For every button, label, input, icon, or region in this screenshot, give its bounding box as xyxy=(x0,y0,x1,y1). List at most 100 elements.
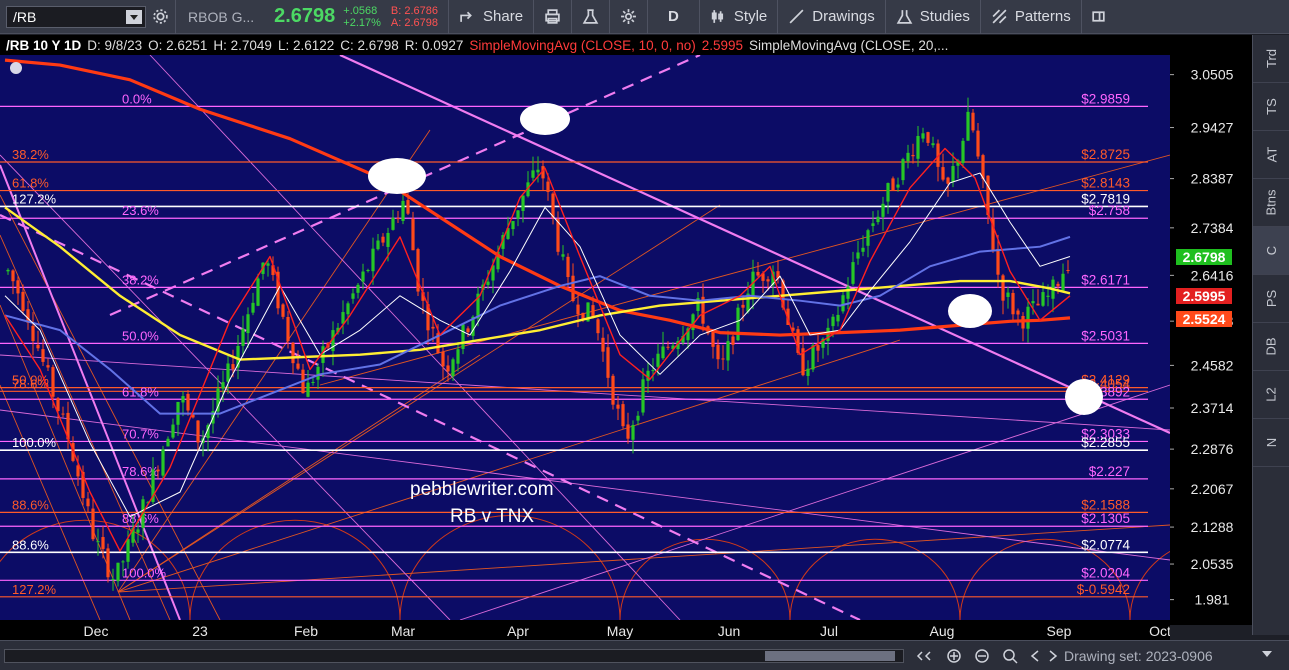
right-side-tabs: Trd TS AT Btns C PS DB L2 N xyxy=(1252,35,1289,635)
fib-level-right-label: $2.8143 xyxy=(1081,176,1130,191)
candle-body xyxy=(361,271,365,282)
candle-body xyxy=(876,216,880,223)
style-button[interactable]: Style xyxy=(700,0,777,34)
price-chart[interactable]: 0.0% $2.9859 38.2% $2.8725 61.8% $2.8143 127.2… xyxy=(0,55,1170,620)
chart-symbol-period: /RB 10 Y 1D xyxy=(6,37,82,53)
candle-body xyxy=(296,363,300,369)
candle-body xyxy=(896,184,900,188)
pan-right-icon[interactable] xyxy=(1044,648,1060,664)
candle-body xyxy=(566,256,570,278)
candle-body xyxy=(916,135,920,159)
right-tab-n[interactable]: N xyxy=(1253,419,1289,467)
candle-body xyxy=(226,363,230,382)
time-axis[interactable]: Dec 23 Feb Mar Apr May Jun Jul Aug Sep Oct xyxy=(0,620,1171,640)
candle-body xyxy=(816,345,820,351)
drawings-button[interactable]: Drawings xyxy=(778,0,885,34)
chart-settings-button[interactable] xyxy=(610,0,647,34)
pan-left-icon[interactable] xyxy=(1028,648,1044,664)
collapse-left-icon[interactable] xyxy=(916,648,932,664)
price-candles xyxy=(6,97,1070,591)
y-tick-label: 2.4582 xyxy=(1191,357,1234,373)
right-tab-c[interactable]: C xyxy=(1253,227,1289,275)
right-tab-l2[interactable]: L2 xyxy=(1253,371,1289,419)
chart-scrollbar[interactable] xyxy=(4,649,904,663)
candle-body xyxy=(711,332,715,347)
watermark-line1: pebblewriter.com xyxy=(410,479,554,500)
fib-level-right-label: $2.2855 xyxy=(1081,435,1130,450)
candle-body xyxy=(351,293,355,299)
candle-body xyxy=(446,365,450,372)
fib-level-left-label: 100.0% xyxy=(12,435,57,450)
candle-body xyxy=(46,365,50,368)
candle-body xyxy=(911,155,915,157)
highlight-ellipse[interactable] xyxy=(368,158,426,194)
quote-name: RBOB G... xyxy=(188,8,255,25)
search-zoom-icon[interactable] xyxy=(1002,648,1018,664)
x-tick-label: Mar xyxy=(391,623,415,639)
zoom-out-icon[interactable] xyxy=(974,648,990,664)
chart-handle-dot[interactable] xyxy=(10,62,22,74)
candle-body xyxy=(1026,306,1030,329)
candle-body xyxy=(186,393,190,411)
price-axis[interactable]: 3.05052.94272.83872.73842.64162.54832.45… xyxy=(1170,35,1252,625)
drawing-set-selector[interactable]: Drawing set: 2023-0906 xyxy=(1064,648,1213,664)
right-tab-at[interactable]: AT xyxy=(1253,131,1289,179)
highlight-ellipse[interactable] xyxy=(1065,379,1103,415)
candle-body xyxy=(641,379,645,413)
aggregation-period-button[interactable]: D xyxy=(648,0,699,34)
sma100-line[interactable] xyxy=(4,206,1071,361)
print-button[interactable] xyxy=(534,0,571,34)
scrollbar-thumb[interactable] xyxy=(765,651,895,661)
candle-body xyxy=(851,262,855,284)
candle-body xyxy=(606,347,610,378)
studies-button[interactable]: Studies xyxy=(886,0,980,34)
right-tab-btns[interactable]: Btns xyxy=(1253,179,1289,227)
right-tab-label: C xyxy=(1263,245,1279,256)
candle-body xyxy=(1016,310,1020,315)
highlight-ellipse[interactable] xyxy=(520,103,570,135)
candle-body xyxy=(661,346,665,359)
candle-body xyxy=(316,366,320,380)
candle-body xyxy=(266,263,270,266)
candle-body xyxy=(836,314,840,322)
chevron-down-icon[interactable] xyxy=(1262,651,1272,657)
zoom-in-icon[interactable] xyxy=(946,648,962,664)
right-tab-trd[interactable]: Trd xyxy=(1253,35,1289,83)
time-axis-svg: Dec 23 Feb Mar Apr May Jun Jul Aug Sep Oct xyxy=(84,623,1171,639)
candle-body xyxy=(736,307,740,341)
y-tick-label: 2.2067 xyxy=(1191,481,1234,497)
price-tag: 2.5995 xyxy=(1176,288,1232,305)
y-tick-label: 2.8387 xyxy=(1191,171,1234,187)
candle-body xyxy=(161,449,165,476)
candle-body xyxy=(321,346,325,363)
candle-body xyxy=(886,183,890,202)
cycle-arcs xyxy=(0,515,1170,620)
share-button[interactable]: Share xyxy=(449,0,533,34)
fib-level-right-label: $2.0774 xyxy=(1081,537,1130,552)
sma20-line[interactable] xyxy=(4,172,1071,518)
fib-level-right-label: $2.758 xyxy=(1089,203,1130,218)
candle-body xyxy=(651,370,655,372)
symbol-input[interactable]: /RB xyxy=(6,5,146,28)
candle-body xyxy=(286,316,290,342)
right-tab-ps[interactable]: PS xyxy=(1253,275,1289,323)
fib-level-left-label: 38.2% xyxy=(12,147,49,162)
patterns-button[interactable]: Patterns xyxy=(981,0,1081,34)
candle-body xyxy=(521,195,525,211)
sma10-study-label[interactable]: SimpleMovingAvg (CLOSE, 10, 0, no) xyxy=(463,38,695,53)
x-tick-label: May xyxy=(607,623,633,639)
candle-body xyxy=(396,218,400,220)
candle-body xyxy=(1066,269,1070,271)
candle-body xyxy=(1001,275,1005,301)
flask-button[interactable] xyxy=(572,0,609,34)
symbol-dropdown-icon[interactable] xyxy=(126,9,142,24)
highlight-ellipse[interactable] xyxy=(948,294,992,328)
candle-body xyxy=(356,284,360,293)
right-tab-db[interactable]: DB xyxy=(1253,323,1289,371)
right-tab-ts[interactable]: TS xyxy=(1253,83,1289,131)
candle-body xyxy=(381,236,385,243)
settings-gear-small-icon[interactable] xyxy=(146,0,175,34)
flask-icon xyxy=(582,9,599,24)
collapse-panel-button[interactable] xyxy=(1082,0,1115,34)
sma20-study-label[interactable]: SimpleMovingAvg (CLOSE, 20,... xyxy=(743,38,948,53)
